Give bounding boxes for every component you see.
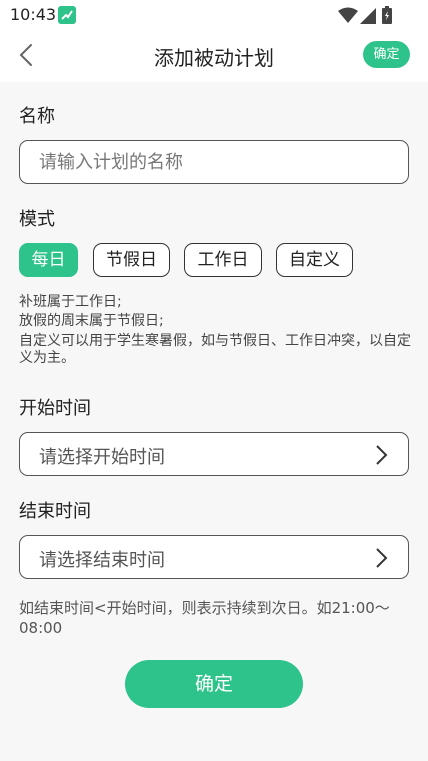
start-time-label: 开始时间 [19,398,91,419]
name-input[interactable] [20,141,408,183]
battery-icon [382,6,392,24]
status-bar: 10:43 [0,0,428,30]
start-time-placeholder: 请选择开始时间 [39,447,165,468]
start-time-picker[interactable]: 请选择开始时间 [19,432,409,476]
mode-option-holiday[interactable]: 节假日 [93,243,170,277]
mode-note-1: 补班属于工作日; [19,294,122,310]
name-input-box[interactable] [19,140,409,184]
chevron-right-icon [376,445,388,465]
name-label: 名称 [19,106,55,127]
mode-option-daily[interactable]: 每日 [19,243,78,277]
chevron-right-icon [376,548,388,568]
end-time-placeholder: 请选择结束时间 [39,550,165,571]
mode-note-2: 放假的周末属于节假日; [19,313,164,329]
mode-option-workday[interactable]: 工作日 [184,243,262,277]
end-time-picker[interactable]: 请选择结束时间 [19,535,409,579]
mode-note-3: 自定义可以用于学生寒暑假，如与节假日、工作日冲突，以自定义为主。 [19,333,411,366]
wifi-icon [338,7,358,23]
status-time: 10:43 [10,5,57,24]
mode-label: 模式 [19,209,55,230]
confirm-button[interactable]: 确定 [125,660,303,708]
end-time-note: 如结束时间<开始时间，则表示持续到次日。如21:00～08:00 [19,599,390,637]
header-bar: 添加被动计划 确定 [0,30,428,82]
signal-icon [360,8,376,24]
end-time-label: 结束时间 [19,501,91,522]
app-notification-icon [58,6,76,24]
status-icons [338,6,398,24]
mode-option-custom[interactable]: 自定义 [276,243,353,277]
confirm-top-button[interactable]: 确定 [363,41,410,68]
